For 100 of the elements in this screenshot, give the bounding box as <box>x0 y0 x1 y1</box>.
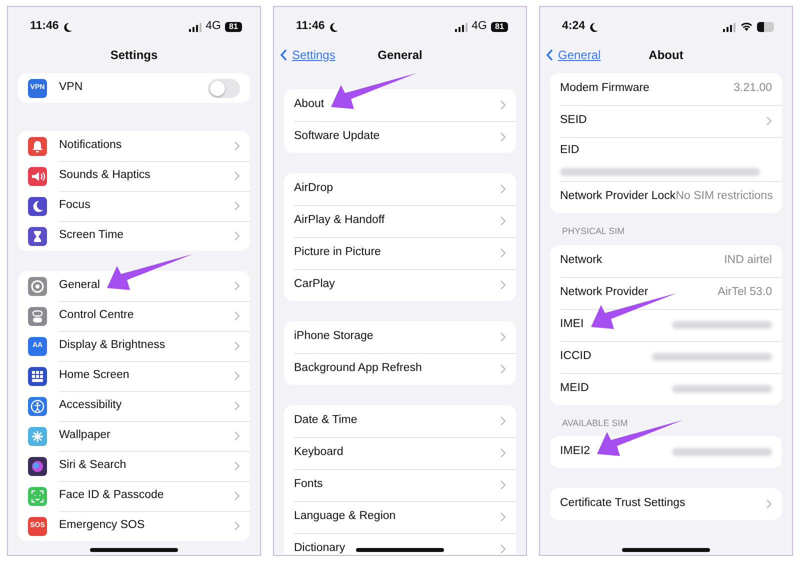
chevron-right-icon <box>234 431 240 441</box>
settings-row[interactable]: Screen Time <box>18 221 250 251</box>
row-label: Control Centre <box>59 308 134 324</box>
row-label: Wallpaper <box>59 428 110 444</box>
battery-icon <box>757 22 774 32</box>
settings-row[interactable]: ICCID <box>550 340 782 372</box>
settings-row[interactable]: CarPlay <box>284 269 516 301</box>
moon-icon <box>62 22 72 32</box>
settings-row[interactable]: SEID <box>550 105 782 137</box>
settings-row[interactable]: Fonts <box>284 469 516 501</box>
settings-row[interactable]: Certificate Trust Settings <box>550 488 782 520</box>
chevron-right-icon <box>500 544 506 554</box>
chevron-right-icon <box>500 132 506 142</box>
status-time: 4:24 <box>562 19 586 34</box>
settings-row[interactable]: Focus <box>18 191 250 221</box>
page-title: General <box>378 47 422 64</box>
chevron-left-icon <box>546 49 554 61</box>
status-time: 11:46 <box>30 19 59 34</box>
chevron-right-icon <box>500 332 506 342</box>
chevron-right-icon <box>500 216 506 226</box>
chevron-right-icon <box>500 416 506 426</box>
chevron-left-icon <box>280 49 288 61</box>
settings-row[interactable]: Notifications <box>18 131 250 161</box>
signal-icon <box>454 22 468 32</box>
moon-icon <box>589 22 598 32</box>
settings-row[interactable]: AirPlay & Handoff <box>284 205 516 237</box>
row-label: Certificate Trust Settings <box>560 496 686 512</box>
row-value: AirTel 53.0 <box>718 284 772 300</box>
settings-row[interactable]: Date & Time <box>284 405 516 437</box>
row-label: CarPlay <box>294 277 335 292</box>
settings-row[interactable]: Background App Refresh <box>284 353 516 385</box>
toggle-switch[interactable] <box>208 78 240 98</box>
chevron-right-icon <box>234 341 240 351</box>
chevron-right-icon <box>234 461 240 471</box>
settings-row[interactable]: Control Centre <box>18 301 250 331</box>
chevron-right-icon <box>234 201 240 211</box>
row-label: Dictionary <box>294 541 346 555</box>
settings-row[interactable]: Accessibility <box>18 391 250 421</box>
row-label: Notifications <box>59 138 122 154</box>
row-label: About <box>294 97 324 112</box>
chevron-right-icon <box>234 401 240 411</box>
settings-row[interactable]: Software Update <box>284 121 516 153</box>
row-label: Language & Region <box>294 509 396 524</box>
settings-row[interactable]: Wallpaper <box>18 421 250 451</box>
settings-row[interactable]: Home Screen <box>18 361 250 391</box>
row-label: Sounds & Haptics <box>59 168 150 184</box>
chevron-right-icon <box>500 364 506 374</box>
row-label: SEID <box>560 113 587 128</box>
row-value: IND airtel <box>724 252 772 268</box>
chevron-right-icon <box>234 171 240 181</box>
settings-row[interactable]: Picture in Picture <box>284 237 516 269</box>
section-header: PHYSICAL SIM <box>562 225 626 238</box>
battery-icon: 81 <box>225 22 242 32</box>
row-label: Network <box>560 252 602 268</box>
settings-row[interactable]: Sounds & Haptics <box>18 161 250 191</box>
back-link[interactable]: Settings <box>280 46 336 64</box>
signal-icon <box>723 22 736 32</box>
row-label: iPhone Storage <box>294 329 374 344</box>
chevron-right-icon <box>500 448 506 458</box>
chevron-right-icon <box>234 491 240 501</box>
settings-row[interactable]: Face ID & Passcode <box>18 481 250 511</box>
page-title: About <box>648 47 684 64</box>
chevron-right-icon <box>766 116 772 126</box>
chevron-right-icon <box>500 480 506 490</box>
page-title: Settings <box>110 47 158 64</box>
settings-row[interactable]: About <box>284 89 516 121</box>
row-label: Focus <box>59 198 90 214</box>
chevron-right-icon <box>500 248 506 258</box>
settings-row[interactable]: Language & Region <box>284 501 516 533</box>
chevron-right-icon <box>500 512 506 522</box>
moon-icon <box>328 22 338 32</box>
row-value: 3.21.00 <box>734 81 772 96</box>
row-label: MEID <box>560 380 589 396</box>
status-time: 11:46 <box>296 19 325 34</box>
chevron-right-icon <box>766 499 772 509</box>
battery-icon: 81 <box>491 22 508 32</box>
settings-row[interactable]: Siri & Search <box>18 451 250 481</box>
chevron-right-icon <box>234 521 240 531</box>
settings-row[interactable]: IMEI2 <box>550 436 782 468</box>
settings-row[interactable]: Keyboard <box>284 437 516 469</box>
row-label: Network Provider Lock <box>560 189 676 204</box>
network-label: 4G <box>206 19 221 34</box>
signal-icon <box>188 22 202 32</box>
back-link[interactable]: General <box>546 46 601 64</box>
settings-row[interactable]: iPhone Storage <box>284 321 516 353</box>
row-label: General <box>59 278 100 294</box>
row-label: Face ID & Passcode <box>59 488 164 504</box>
settings-row[interactable]: MEID <box>550 372 782 404</box>
settings-row[interactable]: AirDrop <box>284 173 516 205</box>
row-label: Picture in Picture <box>294 245 381 260</box>
row-label: Software Update <box>294 129 380 144</box>
row-label: Background App Refresh <box>294 361 422 376</box>
row-label: Siri & Search <box>59 458 126 474</box>
chevron-right-icon <box>500 280 506 290</box>
chevron-right-icon <box>234 371 240 381</box>
row-label: AirDrop <box>294 181 333 196</box>
chevron-right-icon <box>500 100 506 110</box>
row-label: Modem Firmware <box>560 81 650 96</box>
row-label: Network Provider <box>560 284 648 300</box>
row-value: No SIM restrictions <box>676 189 773 204</box>
